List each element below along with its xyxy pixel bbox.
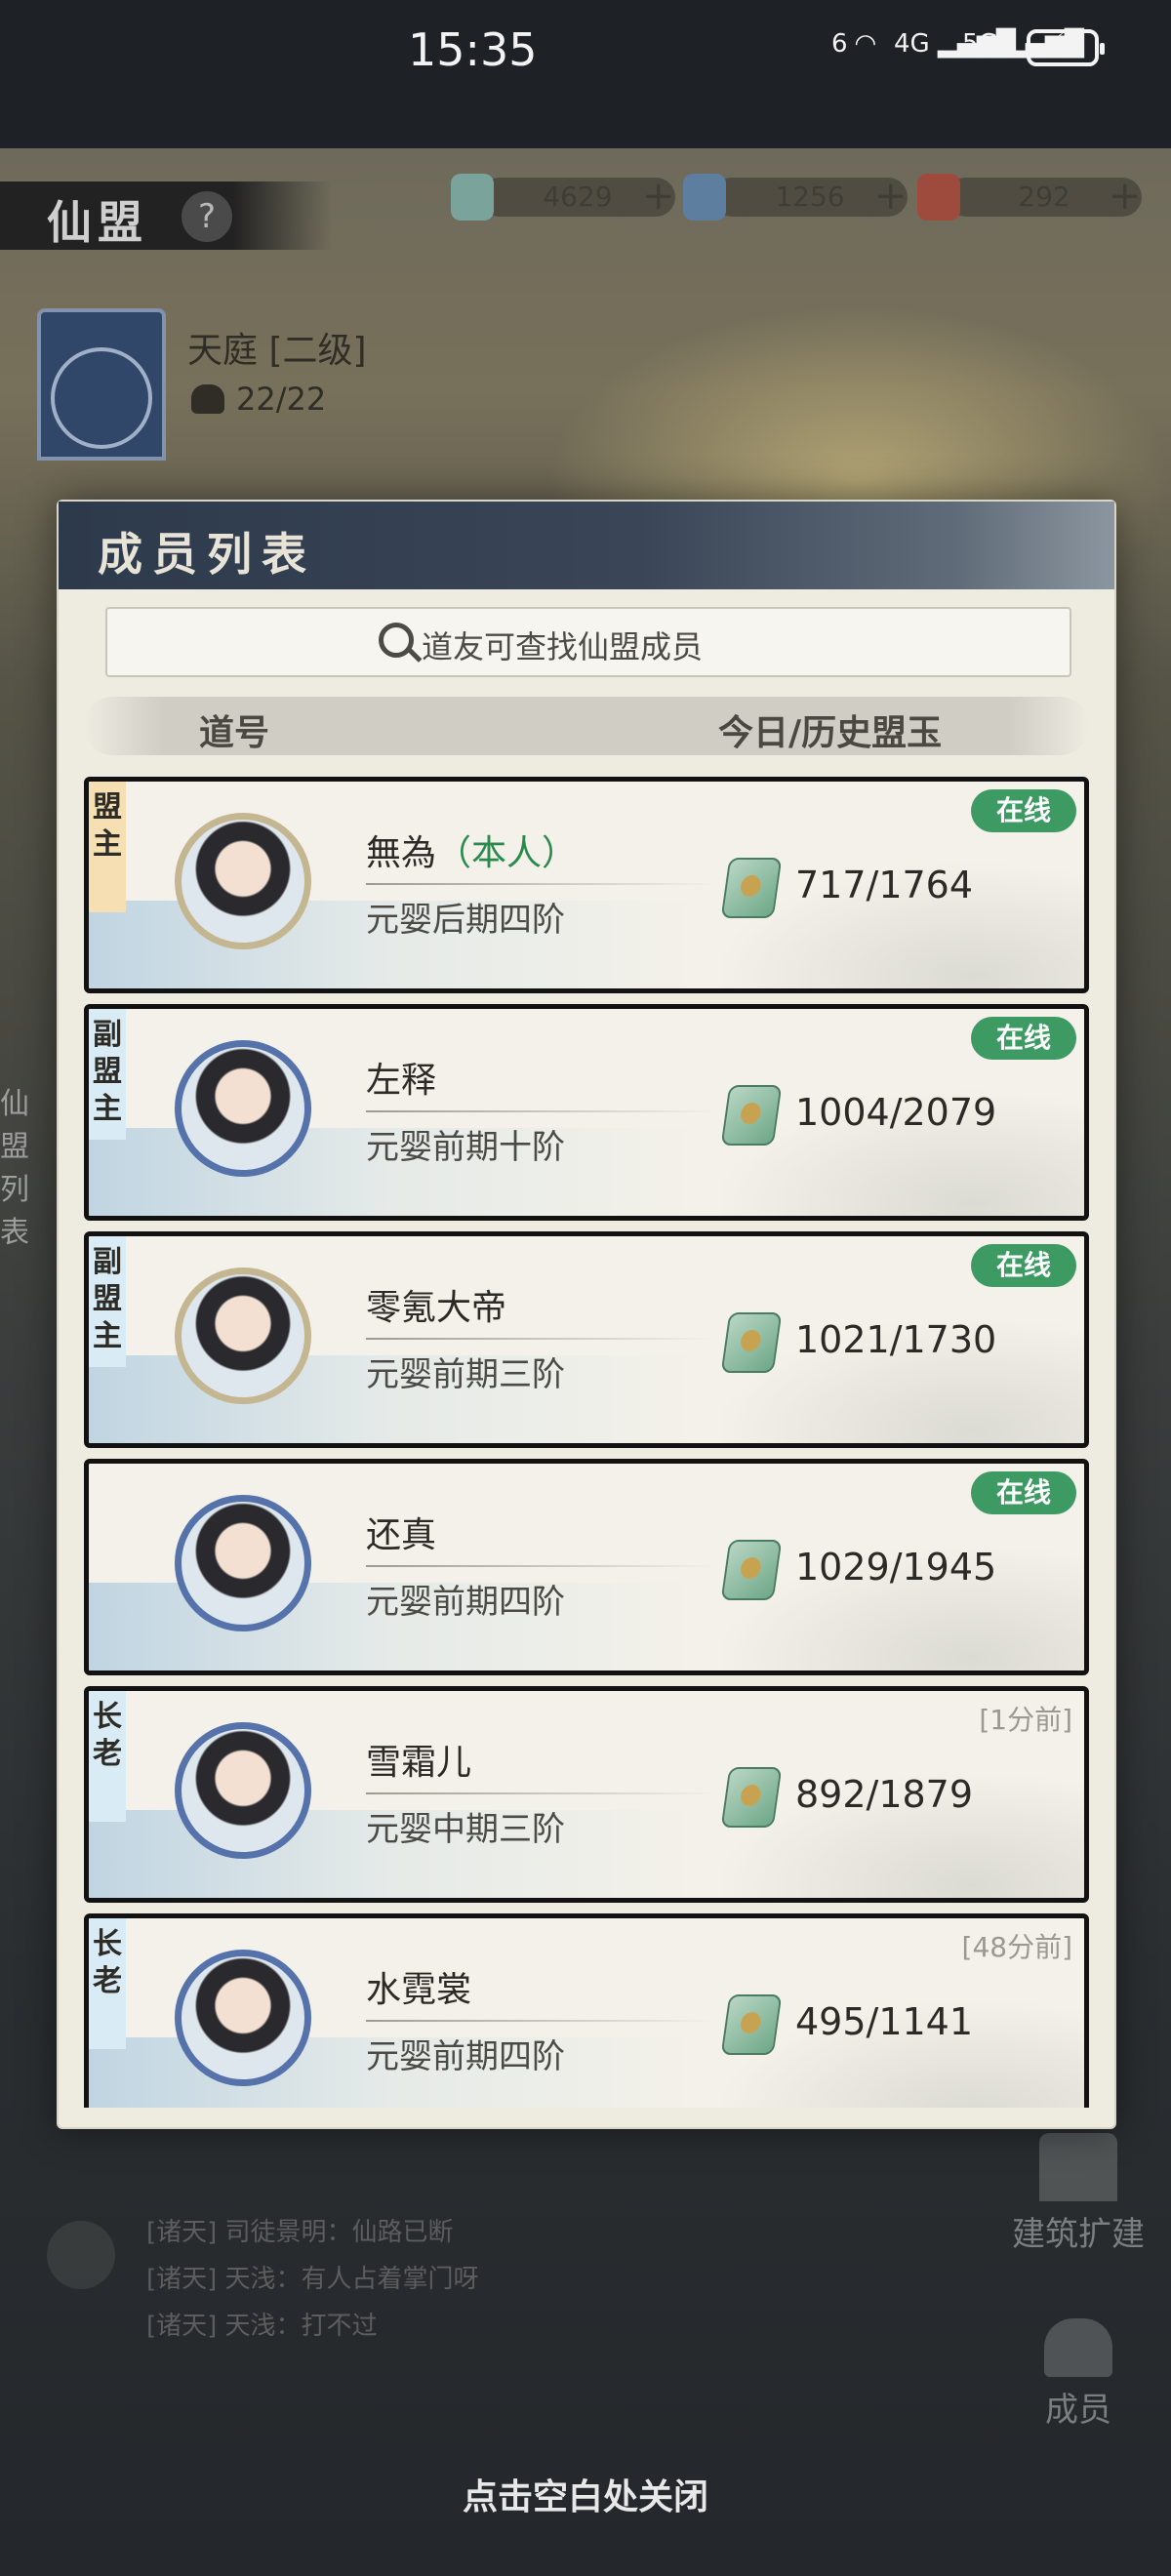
chat-line: [诸天] 天浅：打不过 xyxy=(146,2312,378,2341)
online-badge: 在线 xyxy=(971,1017,1076,1060)
jade-token-icon xyxy=(720,1994,783,2055)
jade-token-icon xyxy=(720,1540,783,1600)
member-rank: 元婴中期三阶 xyxy=(366,1810,565,1849)
member-card[interactable]: 长老 雪霜儿元婴中期三阶 892/1879 [1分前] xyxy=(84,1686,1089,1903)
role-tag: 盟主 xyxy=(89,782,126,912)
jade-token-icon xyxy=(720,858,783,918)
member-rank: 元婴前期十阶 xyxy=(366,1128,565,1167)
role-tag: 副盟主 xyxy=(89,1009,126,1140)
dialog-header: 成员列表 xyxy=(59,502,1114,589)
member-jade-value: 495/1141 xyxy=(795,2000,974,2043)
member-list-dialog: 成员列表 道友可查找仙盟成员 道号 今日/历史盟玉 盟主 無為（本人） 元婴后期四阶… xyxy=(57,500,1116,2129)
member-name: 無為（本人） xyxy=(366,833,578,873)
last-seen-text: [1分前] xyxy=(979,1704,1072,1736)
member-card[interactable]: 长老 水霓裳元婴前期四阶 495/1141 [48分前] xyxy=(84,1913,1089,2108)
member-card[interactable]: 还真元婴前期四阶 1029/1945 在线 xyxy=(84,1459,1089,1675)
sect-member-count: 22/22 xyxy=(191,381,326,418)
member-avatar[interactable] xyxy=(175,1950,311,2086)
members-button[interactable]: 成员 xyxy=(1025,2318,1132,2431)
member-jade-value: 892/1879 xyxy=(795,1773,974,1816)
column-jade-header: 今日/历史盟玉 xyxy=(718,713,943,753)
divider xyxy=(366,883,717,885)
member-card[interactable]: 副盟主 零氪大帝元婴前期三阶 1021/1730 在线 xyxy=(84,1231,1089,1448)
jade-token-icon xyxy=(720,1767,783,1828)
member-name: 雪霜儿 xyxy=(366,1743,472,1783)
divider xyxy=(366,1338,717,1340)
panel-title: 仙盟 xyxy=(47,196,148,249)
people-icon xyxy=(191,384,224,414)
last-seen-text: [48分前] xyxy=(961,1931,1072,1963)
sect-name: 天庭 [二级] xyxy=(187,331,367,371)
dialog-title: 成员列表 xyxy=(98,528,316,581)
search-icon xyxy=(379,623,414,658)
list-column-header: 道号 今日/历史盟玉 xyxy=(84,697,1089,755)
add-resource-button[interactable]: + xyxy=(1109,174,1142,219)
status-time: 15:35 xyxy=(408,23,538,76)
member-jade-value: 1004/2079 xyxy=(795,1091,997,1134)
chat-line: [诸天] 司徒景明：仙路已断 xyxy=(146,2218,454,2247)
divider xyxy=(366,1565,717,1567)
member-avatar[interactable] xyxy=(175,1268,311,1404)
chat-line: [诸天] 天浅：有人占着掌门呀 xyxy=(146,2265,479,2294)
online-badge: 在线 xyxy=(971,1471,1076,1514)
divider xyxy=(366,1792,717,1794)
search-placeholder: 道友可查找仙盟成员 xyxy=(422,628,704,665)
member-list[interactable]: 盟主 無為（本人） 元婴后期四阶 717/1764 在线 副盟主 左释 元婴前期十阶 1004/… xyxy=(84,777,1089,2108)
member-avatar[interactable] xyxy=(175,1722,311,1859)
side-tab-sect-list[interactable]: 仙盟列表 xyxy=(0,1083,37,1255)
member-card[interactable]: 盟主 無為（本人） 元婴后期四阶 717/1764 在线 xyxy=(84,777,1089,993)
wifi-icon: 6 ◜◝ xyxy=(831,29,875,59)
help-icon[interactable]: ? xyxy=(182,191,232,242)
chat-feed: [诸天] 司徒景明：仙路已断 [诸天] 天浅：有人占着掌门呀 [诸天] 天浅：打… xyxy=(146,2209,479,2350)
pavilion-icon xyxy=(1039,2133,1117,2201)
jade-token-icon xyxy=(720,1312,783,1373)
member-avatar[interactable] xyxy=(175,1495,311,1631)
add-resource-button[interactable]: + xyxy=(642,174,675,219)
build-expand-button[interactable]: 建筑扩建 xyxy=(1005,2133,1151,2255)
jade-token-icon xyxy=(451,174,494,221)
member-rank: 元婴前期四阶 xyxy=(366,2037,565,2076)
member-name: 水霓裳 xyxy=(366,1970,472,2010)
member-rank: 元婴前期三阶 xyxy=(366,1355,565,1394)
member-name: 零氪大帝 xyxy=(366,1288,507,1328)
role-tag: 长老 xyxy=(89,1691,126,1822)
sect-banner-icon xyxy=(37,308,166,461)
chat-icon[interactable] xyxy=(47,2221,115,2289)
scroll-icon xyxy=(917,174,960,221)
member-jade-value: 1021/1730 xyxy=(795,1318,997,1361)
jade-token-icon xyxy=(720,1085,783,1146)
member-rank: 元婴后期四阶 xyxy=(366,901,565,940)
member-jade-value: 1029/1945 xyxy=(795,1546,997,1589)
member-rank: 元婴前期四阶 xyxy=(366,1583,565,1622)
member-name: 左释 xyxy=(366,1061,437,1101)
online-badge: 在线 xyxy=(971,1244,1076,1287)
close-hint[interactable]: 点击空白处关闭 xyxy=(0,2469,1171,2519)
member-jade-value: 717/1764 xyxy=(795,864,974,906)
role-tag: 副盟主 xyxy=(89,1236,126,1367)
spirit-stone-icon xyxy=(683,174,726,221)
members-icon xyxy=(1044,2318,1112,2377)
divider xyxy=(366,1110,717,1112)
role-tag: 长老 xyxy=(89,1918,126,2049)
battery-charging-icon: ⚡ xyxy=(1027,27,1105,66)
status-bar: 15:35 6 ◜◝ 4G ▂▄▆█ 5G ▂▄▆█ ⚡ xyxy=(0,0,1171,148)
member-search-input[interactable]: 道友可查找仙盟成员 xyxy=(105,607,1071,677)
divider xyxy=(366,2020,717,2022)
add-resource-button[interactable]: + xyxy=(874,174,908,219)
column-name-header: 道号 xyxy=(199,713,270,753)
self-tag: （本人） xyxy=(436,833,578,873)
member-avatar[interactable] xyxy=(175,813,311,949)
online-badge: 在线 xyxy=(971,789,1076,832)
member-avatar[interactable] xyxy=(175,1040,311,1177)
member-name: 还真 xyxy=(366,1515,437,1555)
member-card[interactable]: 副盟主 左释元婴前期十阶 1004/2079 在线 xyxy=(84,1004,1089,1221)
